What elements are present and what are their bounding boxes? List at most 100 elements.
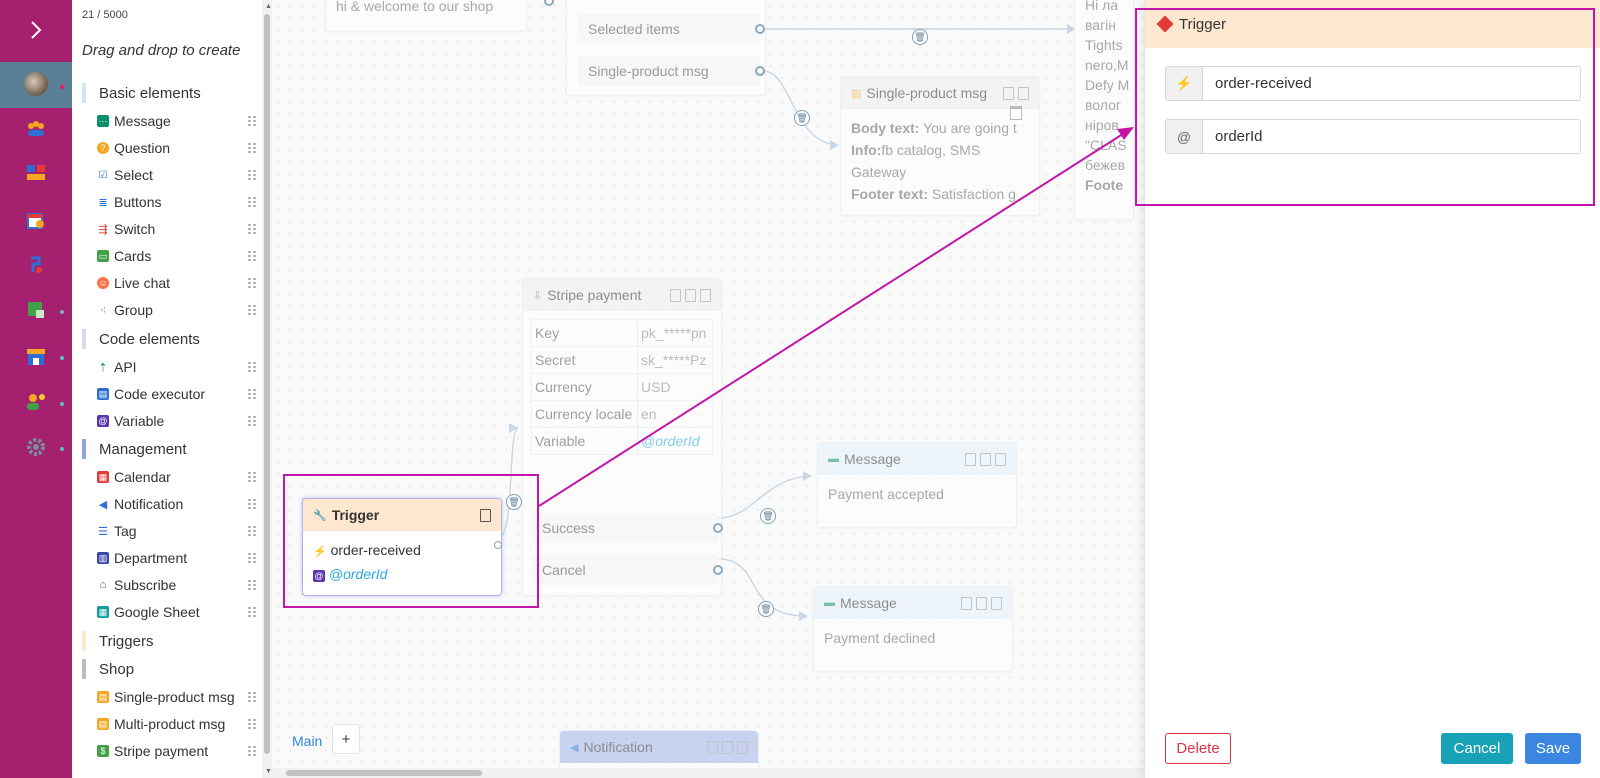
output-port-single-product[interactable]: [755, 66, 765, 76]
palette-item-variable[interactable]: @ Variable: [97, 410, 257, 432]
drag-handle-icon[interactable]: [247, 718, 257, 730]
palette-item-code-executor[interactable]: ▤ Code executor: [97, 383, 257, 405]
tab-main[interactable]: Main: [286, 727, 328, 755]
drag-handle-icon[interactable]: [247, 115, 257, 127]
palette-item-google-sheet[interactable]: ▦ Google Sheet: [97, 601, 257, 623]
welcome-message-node[interactable]: hi & welcome to our shop: [325, 0, 527, 32]
drag-handle-icon[interactable]: [247, 579, 257, 591]
add-tab-button[interactable]: +: [332, 724, 360, 754]
scrollbar-thumb[interactable]: [286, 770, 482, 776]
code-icon: ▤: [97, 388, 109, 400]
palette-item-notification[interactable]: ◀ Notification: [97, 493, 257, 515]
contacts-icon[interactable]: [0, 107, 72, 151]
catalog-line: "CLAS: [1085, 137, 1127, 153]
drag-handle-icon[interactable]: [247, 250, 257, 262]
drag-handle-icon[interactable]: [247, 606, 257, 618]
palette-item-switch[interactable]: ⇶ Switch: [97, 218, 257, 240]
drag-handle-icon[interactable]: [247, 169, 257, 181]
stripe-payment-node[interactable]: ⇩ Stripe payment Key pk_*****pn Secret sk_…: [522, 278, 722, 596]
trash-icon[interactable]: [965, 452, 976, 466]
message-declined-node[interactable]: ▬ Message Payment declined: [813, 586, 1013, 672]
section-shop: Shop: [82, 658, 134, 680]
edit-icon[interactable]: [700, 288, 711, 302]
shop-icon: ▤: [851, 87, 862, 100]
save-button[interactable]: Save: [1525, 733, 1581, 764]
drag-handle-icon[interactable]: [247, 745, 257, 757]
palette-item-cards[interactable]: ▭ Cards: [97, 245, 257, 267]
palette-item-department[interactable]: ▥ Department: [97, 547, 257, 569]
drag-handle-icon[interactable]: [247, 223, 257, 235]
edit-icon[interactable]: [1018, 86, 1029, 100]
delete-connection-icon[interactable]: 🗑: [760, 508, 776, 524]
catalog-line: волог: [1085, 97, 1121, 113]
flow-canvas[interactable]: hi & welcome to our shop Selected items …: [272, 0, 1144, 778]
output-single-product-msg[interactable]: Single-product msg: [578, 56, 760, 86]
section-triggers[interactable]: Triggers: [82, 630, 153, 652]
copy-icon[interactable]: [722, 740, 733, 754]
message-accepted-node[interactable]: ▬ Message Payment accepted: [817, 442, 1017, 528]
single-product-msg-node[interactable]: ▤ Single-product msg Body text: You are …: [840, 76, 1040, 216]
palette-item-select[interactable]: ☑ Select: [97, 164, 257, 186]
edit-icon[interactable]: [737, 740, 748, 754]
schedule-icon[interactable]: [0, 198, 72, 242]
drag-handle-icon[interactable]: [247, 142, 257, 154]
output-port-success[interactable]: [713, 523, 723, 533]
multi-product-node[interactable]: Hi ла вагін Tights nero,M Defy M волог н…: [1074, 0, 1134, 220]
scroll-down-arrow-icon[interactable]: ▼: [265, 768, 272, 775]
palette-item-single-product-msg[interactable]: ▤ Single-product msg: [97, 686, 257, 708]
trash-icon[interactable]: [670, 288, 681, 302]
broadcast-icon[interactable]: [0, 151, 72, 195]
trash-icon[interactable]: [1010, 106, 1022, 120]
scroll-up-arrow-icon[interactable]: ▲: [265, 3, 272, 10]
node-header: ▬ Message: [814, 587, 1012, 619]
output-port-cancel[interactable]: [713, 565, 723, 575]
palette-item-live-chat[interactable]: ☺ Live chat: [97, 272, 257, 294]
trash-icon[interactable]: [707, 740, 718, 754]
output-selected-items[interactable]: Selected items: [578, 14, 760, 44]
edit-icon[interactable]: [995, 452, 1006, 466]
copy-icon[interactable]: [685, 288, 696, 302]
palette-item-stripe-payment[interactable]: $ Stripe payment: [97, 740, 257, 762]
palette-item-tag[interactable]: ☰ Tag: [97, 520, 257, 542]
palette-item-group[interactable]: ⁖ Group: [97, 299, 257, 321]
bot-avatar[interactable]: [24, 72, 48, 96]
delete-connection-icon[interactable]: 🗑: [912, 29, 928, 45]
drag-handle-icon[interactable]: [247, 498, 257, 510]
drag-handle-icon[interactable]: [247, 552, 257, 564]
copy-icon[interactable]: [1003, 86, 1014, 100]
expand-chevron-icon[interactable]: [0, 8, 72, 52]
output-success[interactable]: Success: [532, 513, 718, 543]
edit-icon[interactable]: [991, 596, 1002, 610]
palette-item-calendar[interactable]: ▦ Calendar: [97, 466, 257, 488]
output-port-selected-items[interactable]: [755, 24, 765, 34]
drag-handle-icon[interactable]: [247, 361, 257, 373]
palette-item-multi-product-msg[interactable]: ▤ Multi-product msg: [97, 713, 257, 735]
palette-item-subscribe[interactable]: ⌂ Subscribe: [97, 574, 257, 596]
palette-item-api[interactable]: ⇡ API: [97, 356, 257, 378]
drag-handle-icon[interactable]: [247, 388, 257, 400]
palette-item-message[interactable]: ··· Message: [97, 110, 257, 132]
drag-handle-icon[interactable]: [247, 525, 257, 537]
drag-handle-icon[interactable]: [247, 691, 257, 703]
copy-icon[interactable]: [976, 596, 987, 610]
delete-button[interactable]: Delete: [1165, 733, 1231, 764]
drag-handle-icon[interactable]: [247, 196, 257, 208]
output-cancel[interactable]: Cancel: [532, 555, 718, 585]
integrations-icon[interactable]: [0, 243, 72, 287]
delete-connection-icon[interactable]: 🗑: [758, 601, 774, 617]
scrollbar-thumb[interactable]: [264, 14, 270, 754]
canvas-scrollbar[interactable]: [272, 768, 1144, 778]
footer-text-value: Satisfaction g: [931, 186, 1016, 202]
item-label: Cards: [114, 248, 152, 264]
trash-icon[interactable]: [961, 596, 972, 610]
drag-handle-icon[interactable]: [247, 471, 257, 483]
drag-handle-icon[interactable]: [247, 304, 257, 316]
palette-item-question[interactable]: ? Question: [97, 137, 257, 159]
cancel-button[interactable]: Cancel: [1441, 733, 1513, 764]
palette-item-buttons[interactable]: ≣ Buttons: [97, 191, 257, 213]
palette-scrollbar[interactable]: [262, 0, 272, 778]
drag-handle-icon[interactable]: [247, 415, 257, 427]
copy-icon[interactable]: [980, 452, 991, 466]
delete-connection-icon[interactable]: 🗑: [794, 110, 810, 126]
drag-handle-icon[interactable]: [247, 277, 257, 289]
